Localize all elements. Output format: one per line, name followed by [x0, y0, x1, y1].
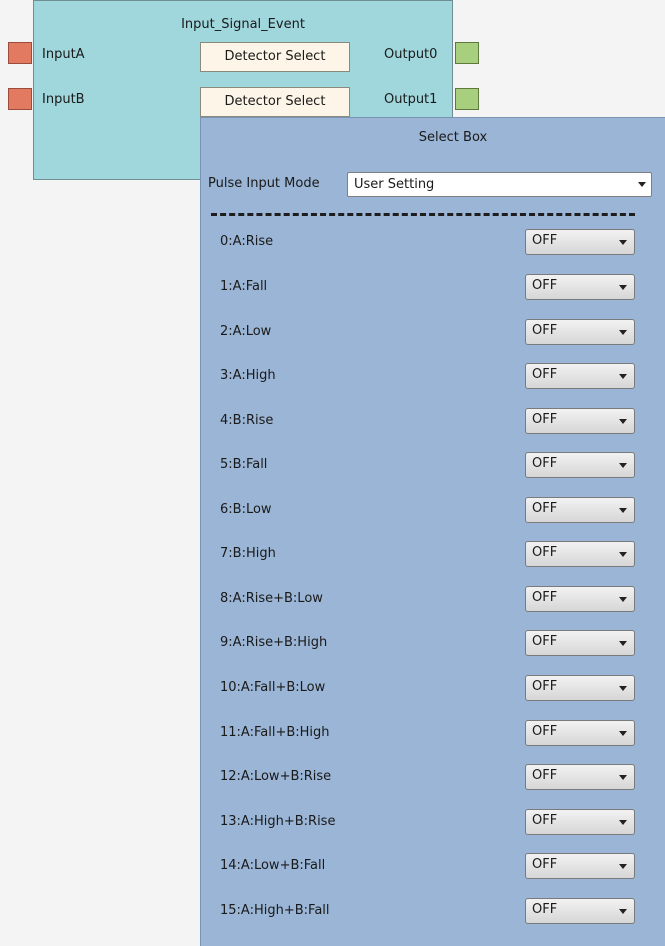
detector-value-13: OFF [532, 813, 558, 828]
detector-label-0: 0:A:Rise [220, 234, 274, 249]
chevron-down-icon [619, 419, 627, 424]
chevron-down-icon [619, 731, 627, 736]
chevron-down-icon [619, 909, 627, 914]
detector-select-15[interactable]: OFF [525, 898, 635, 924]
detector-value-6: OFF [532, 501, 558, 516]
detector-value-9: OFF [532, 634, 558, 649]
detector-label-13: 13:A:High+B:Rise [220, 814, 336, 829]
detector-select-3[interactable]: OFF [525, 363, 635, 389]
pulse-input-mode-select[interactable]: User Setting [347, 172, 652, 197]
detector-value-11: OFF [532, 724, 558, 739]
detector-value-12: OFF [532, 768, 558, 783]
dashed-divider [211, 213, 635, 216]
detector-select-9[interactable]: OFF [525, 630, 635, 656]
chevron-down-icon [619, 330, 627, 335]
detector-label-8: 8:A:Rise+B:Low [220, 591, 323, 606]
input-b-port[interactable] [8, 88, 32, 110]
chevron-down-icon [619, 240, 627, 245]
detector-label-2: 2:A:Low [220, 324, 272, 339]
detector-label-3: 3:A:High [220, 368, 276, 383]
detector-value-10: OFF [532, 679, 558, 694]
detector-select-6[interactable]: OFF [525, 497, 635, 523]
chevron-down-icon [619, 285, 627, 290]
select-box-title: Select Box [418, 130, 488, 145]
detector-value-2: OFF [532, 323, 558, 338]
detector-select-10[interactable]: OFF [525, 675, 635, 701]
detector-select-0[interactable]: OFF [525, 229, 635, 255]
detector-select-4[interactable]: OFF [525, 408, 635, 434]
detector-select-11[interactable]: OFF [525, 720, 635, 746]
detector-label-1: 1:A:Fall [220, 279, 268, 294]
detector-select-1[interactable]: OFF [525, 274, 635, 300]
output0-label: Output0 [384, 47, 438, 62]
detector-value-5: OFF [532, 456, 558, 471]
detector-value-1: OFF [532, 278, 558, 293]
chevron-down-icon [619, 463, 627, 468]
detector-value-8: OFF [532, 590, 558, 605]
detector-select-12[interactable]: OFF [525, 764, 635, 790]
chevron-down-icon [619, 552, 627, 557]
chevron-down-icon [619, 775, 627, 780]
chevron-down-icon [619, 508, 627, 513]
detector-select-14[interactable]: OFF [525, 853, 635, 879]
detector-select-8[interactable]: OFF [525, 586, 635, 612]
chevron-down-icon [619, 597, 627, 602]
output1-label: Output1 [384, 92, 438, 107]
detector-label-6: 6:B:Low [220, 502, 272, 517]
block-title: Input_Signal_Event [181, 17, 305, 32]
detector-value-0: OFF [532, 233, 558, 248]
chevron-down-icon [619, 374, 627, 379]
detector-label-4: 4:B:Rise [220, 413, 274, 428]
detector-select-button-a[interactable]: Detector Select [200, 42, 350, 72]
input-b-label: InputB [42, 92, 85, 107]
detector-value-7: OFF [532, 545, 558, 560]
detector-label-10: 10:A:Fall+B:Low [220, 680, 326, 695]
detector-select-13[interactable]: OFF [525, 809, 635, 835]
detector-label-5: 5:B:Fall [220, 457, 268, 472]
input-a-port[interactable] [8, 42, 32, 64]
detector-value-4: OFF [532, 412, 558, 427]
chevron-down-icon [619, 641, 627, 646]
input-a-label: InputA [42, 47, 85, 62]
pulse-input-mode-value: User Setting [354, 177, 435, 192]
detector-select-7[interactable]: OFF [525, 541, 635, 567]
output1-port[interactable] [455, 88, 479, 110]
detector-select-button-b[interactable]: Detector Select [200, 87, 350, 117]
detector-value-14: OFF [532, 857, 558, 872]
detector-value-3: OFF [532, 367, 558, 382]
detector-label-14: 14:A:Low+B:Fall [220, 858, 326, 873]
detector-label-11: 11:A:Fall+B:High [220, 725, 330, 740]
detector-label-7: 7:B:High [220, 546, 276, 561]
detector-label-9: 9:A:Rise+B:High [220, 635, 328, 650]
chevron-down-icon [619, 820, 627, 825]
detector-label-15: 15:A:High+B:Fall [220, 903, 330, 918]
detector-select-2[interactable]: OFF [525, 319, 635, 345]
pulse-input-mode-label: Pulse Input Mode [208, 176, 320, 191]
output0-port[interactable] [455, 42, 479, 64]
chevron-down-icon [619, 864, 627, 869]
select-box-panel: Select Box Pulse Input Mode User Setting… [200, 117, 665, 946]
detector-label-12: 12:A:Low+B:Rise [220, 769, 332, 784]
chevron-down-icon [619, 686, 627, 691]
detector-select-5[interactable]: OFF [525, 452, 635, 478]
chevron-down-icon [638, 182, 646, 187]
detector-value-15: OFF [532, 902, 558, 917]
